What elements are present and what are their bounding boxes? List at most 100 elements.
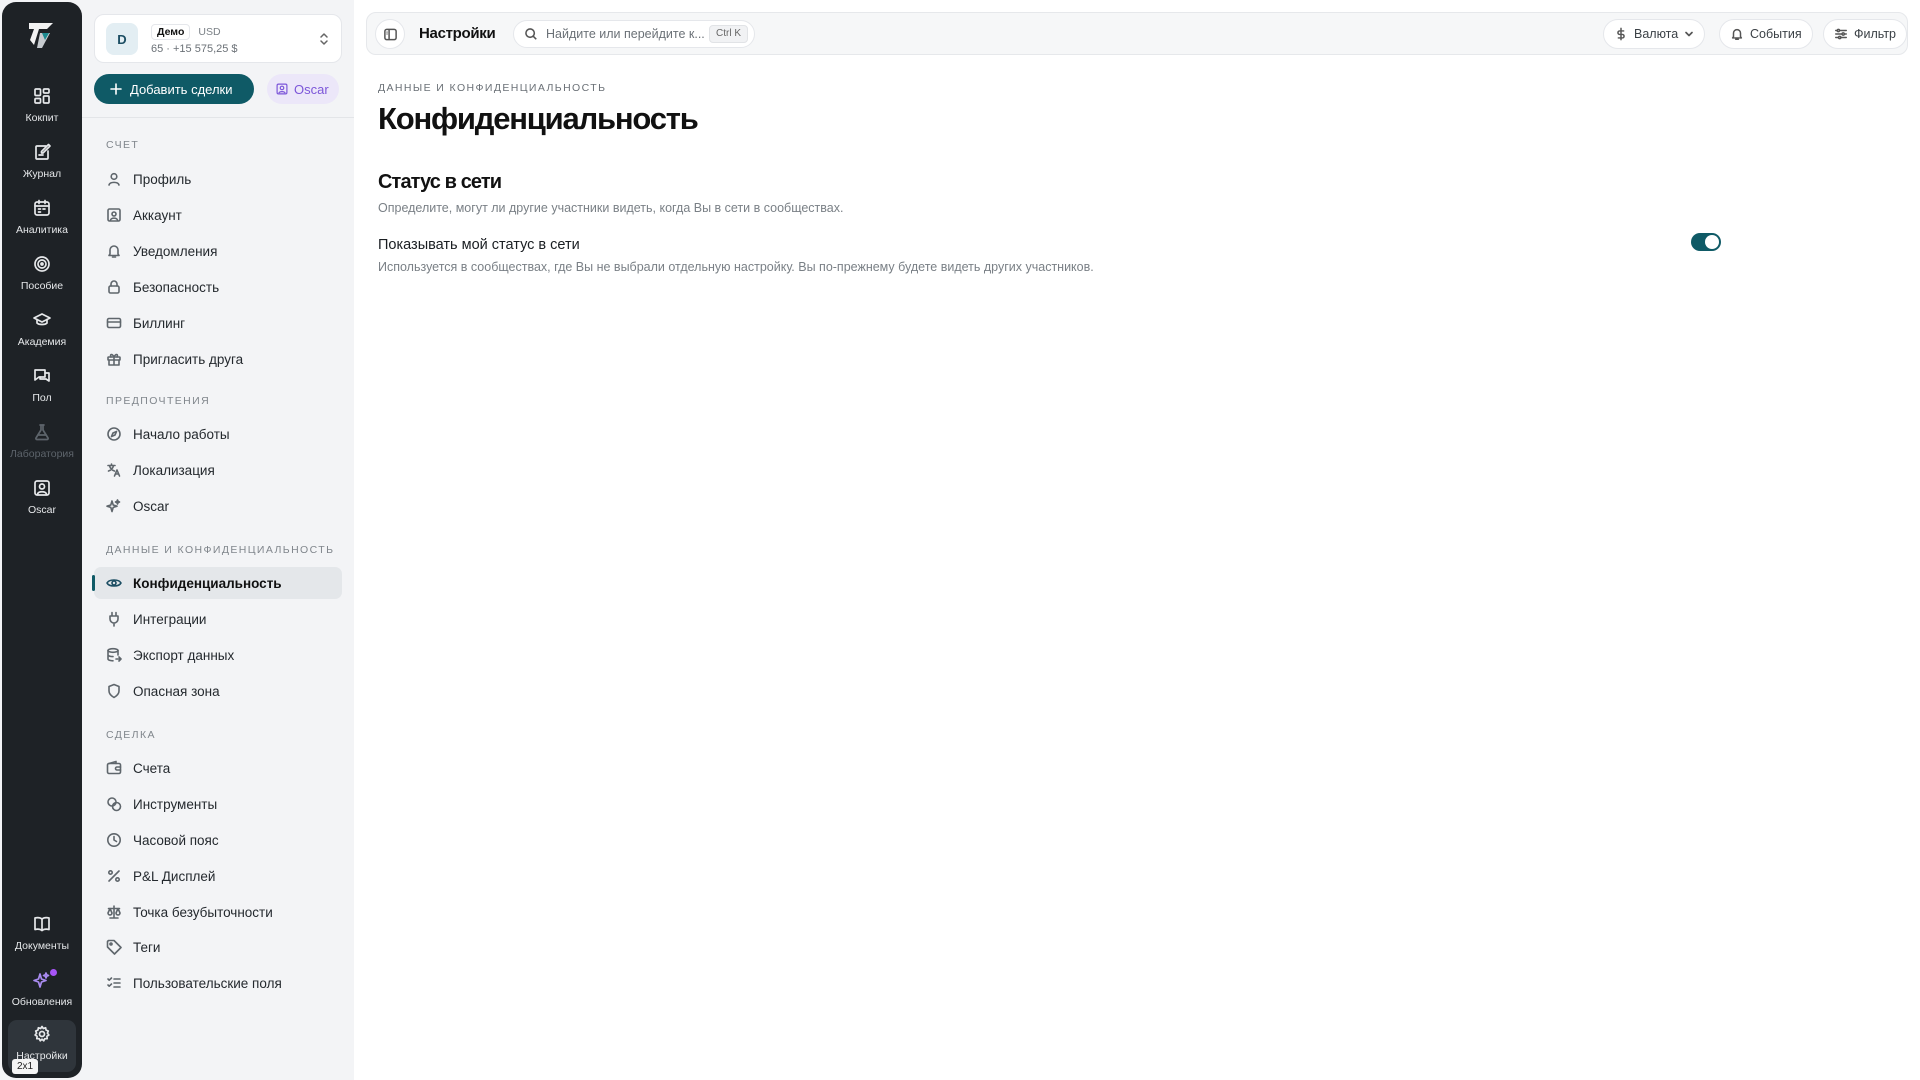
sidebar-item-oscar[interactable]: Oscar [94, 490, 342, 522]
sidebar-item-label: Конфиденциальность [133, 575, 282, 591]
lock-icon [108, 280, 120, 294]
sidebar-item-getting-started[interactable]: Начало работы [94, 418, 342, 450]
toggle-knob [1705, 235, 1719, 249]
sidebar-item-danger-zone[interactable]: Опасная зона [94, 675, 342, 707]
journal-icon [35, 143, 51, 160]
tag-icon [106, 939, 122, 955]
sidebar-item-pnl-display[interactable]: P&L Дисплей [94, 860, 342, 892]
rail-item-journal[interactable]: Журнал [8, 138, 76, 188]
sidebar-item-label: Профиль [133, 171, 192, 187]
main-content: Настройки Найдите или перейдите к... Ctr… [354, 0, 1920, 1080]
rail-label: Академия [17, 336, 67, 348]
gear-icon [34, 1025, 50, 1042]
sidebar-item-custom-fields[interactable]: Пользовательские поля [94, 967, 342, 999]
add-trades-label: Добавить сделки [130, 81, 233, 97]
percent-icon [107, 869, 121, 883]
sidebar-item-label: Oscar [133, 498, 170, 514]
rail-label: Пол [32, 392, 52, 404]
rail-label: Документы [14, 940, 70, 952]
bell-icon [108, 245, 120, 258]
sidebar-item-label: Точка безубыточности [133, 904, 273, 920]
sidebar-item-label: Опасная зона [133, 683, 220, 699]
sidebar-toggle-button[interactable] [375, 19, 405, 49]
sidebar-item-label: Теги [133, 939, 161, 955]
oscar-button[interactable]: Oscar [267, 74, 339, 104]
book-icon [34, 916, 50, 932]
online-status-description: Используется в сообществах, где Вы не вы… [378, 260, 1094, 274]
flask-icon [35, 424, 49, 441]
plug-icon [109, 611, 119, 627]
sidebar-item-label: Счета [133, 760, 171, 776]
account-avatar: D [106, 23, 138, 55]
account-currency: USD [198, 26, 221, 38]
user-icon [108, 172, 120, 186]
sidebar-item-label: Интеграции [133, 611, 207, 627]
sidebar-item-label: P&L Дисплей [133, 868, 216, 884]
wallet-icon [106, 760, 122, 775]
account-balance: 65 · +15 575,25 $ [151, 43, 238, 55]
breadcrumb: ДАННЫЕ И КОНФИДЕНЦИАЛЬНОСТЬ [378, 82, 607, 94]
sidebar-item-accounts[interactable]: Счета [94, 752, 342, 784]
sparkles-icon [33, 972, 50, 988]
portrait-icon [276, 83, 288, 95]
sidebar-item-notifications[interactable]: Уведомления [94, 235, 342, 267]
filter-button[interactable]: Фильтр [1823, 19, 1907, 49]
currency-label: Валюта [1634, 27, 1679, 41]
account-switcher[interactable]: D Демо USD 65 · +15 575,25 $ [94, 14, 342, 63]
rail-item-docs[interactable]: Документы [8, 910, 76, 960]
section-title-account: СЧЕТ [106, 139, 140, 151]
search-input[interactable]: Найдите или перейдите к... Ctrl K [513, 20, 755, 48]
bell-icon [1731, 28, 1743, 40]
section-heading: Статус в сети [378, 171, 502, 193]
rail-label: Кокпит [25, 112, 59, 124]
sidebar-item-instruments[interactable]: Инструменты [94, 788, 342, 820]
section-title-trade: СДЕЛКА [106, 729, 156, 741]
app-logo-icon[interactable] [25, 18, 59, 52]
rail-item-academy[interactable]: Академия [8, 306, 76, 356]
sidebar-item-account[interactable]: Аккаунт [94, 199, 342, 231]
currency-button[interactable]: Валюта [1603, 19, 1706, 49]
sidebar-item-billing[interactable]: Биллинг [94, 307, 342, 339]
sidebar-item-localization[interactable]: Локализация [94, 454, 342, 486]
sidebar-item-timezone[interactable]: Часовой пояс [94, 824, 342, 856]
chevron-up-down-icon [320, 33, 328, 45]
rail-item-handbook[interactable]: Пособие [8, 250, 76, 300]
rail-item-cockpit[interactable]: Кокпит [8, 82, 76, 132]
translate-icon [107, 463, 121, 477]
sidebar-item-profile[interactable]: Профиль [94, 163, 342, 195]
rail-item-floor[interactable]: Пол [8, 362, 76, 412]
settings-sidebar: D Демо USD 65 · +15 575,25 $ Добавить сд… [82, 0, 354, 1080]
rail-label: Обновления [11, 996, 73, 1008]
rail-item-analytics[interactable]: Аналитика [8, 194, 76, 244]
search-placeholder: Найдите или перейдите к... [546, 27, 705, 41]
events-label: События [1750, 27, 1802, 41]
sidebar-item-integrations[interactable]: Интеграции [94, 603, 342, 635]
chevron-down-icon [1685, 31, 1694, 37]
plus-icon [110, 83, 122, 95]
rail-item-lab[interactable]: Лаборатория [8, 418, 76, 468]
rail-label: Пособие [20, 280, 64, 292]
events-button[interactable]: События [1719, 19, 1813, 49]
sidebar-item-label: Пригласить друга [133, 351, 244, 367]
online-status-toggle[interactable] [1691, 233, 1721, 251]
sidebar-item-data-export[interactable]: Экспорт данных [94, 639, 342, 671]
section-title-preferences: ПРЕДПОЧТЕНИЯ [106, 395, 211, 407]
sidebar-item-invite[interactable]: Пригласить друга [94, 343, 342, 375]
calendar-icon [34, 199, 50, 216]
add-trades-button[interactable]: Добавить сделки [94, 74, 254, 104]
rail-item-updates[interactable]: Обновления [8, 966, 76, 1016]
sliders-icon [1835, 28, 1847, 40]
sidebar-item-breakeven[interactable]: Точка безубыточности [94, 896, 342, 928]
rail-label: Журнал [22, 168, 62, 180]
checklist-icon [107, 977, 121, 988]
sidebar-item-label: Аккаунт [133, 207, 182, 223]
rail-item-oscar[interactable]: Oscar [8, 474, 76, 524]
sidebar-panel-icon [383, 28, 397, 40]
sidebar-item-security[interactable]: Безопасность [94, 271, 342, 303]
coins-icon [107, 797, 122, 812]
sidebar-item-tags[interactable]: Теги [94, 931, 342, 963]
sidebar-item-privacy[interactable]: Конфиденциальность [92, 567, 342, 599]
sidebar-item-label: Уведомления [133, 243, 218, 259]
database-export-icon [107, 647, 122, 662]
scale-icon [107, 905, 121, 919]
